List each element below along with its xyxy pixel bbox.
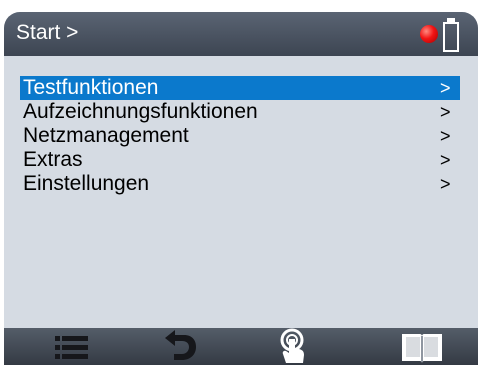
red-dot-icon bbox=[420, 25, 438, 43]
menu-item-label: Einstellungen bbox=[23, 172, 150, 195]
battery-icon bbox=[442, 18, 460, 52]
book-icon[interactable] bbox=[400, 328, 444, 365]
menu-item-aufzeichnungsfunktionen[interactable]: Aufzeichnungsfunktionen > bbox=[20, 100, 460, 124]
bottom-toolbar bbox=[4, 328, 478, 365]
breadcrumb[interactable]: Start > bbox=[16, 21, 78, 45]
chevron-right-icon: > bbox=[440, 150, 451, 170]
menu-item-testfunktionen[interactable]: Testfunktionen > bbox=[20, 76, 460, 100]
menu-item-label: Testfunktionen bbox=[23, 76, 159, 99]
top-bar: Start > bbox=[4, 12, 478, 56]
back-arrow-icon[interactable] bbox=[160, 328, 200, 365]
menu-item-einstellungen[interactable]: Einstellungen > bbox=[20, 172, 460, 196]
chevron-right-icon: > bbox=[440, 174, 451, 194]
menu-item-label: Extras bbox=[23, 148, 83, 171]
device-screen: Start > Testfunktionen > Aufzeichnungsfu… bbox=[4, 12, 478, 365]
list-icon[interactable] bbox=[54, 328, 90, 365]
menu-item-extras[interactable]: Extras > bbox=[20, 148, 460, 172]
battery-body bbox=[443, 22, 459, 52]
touch-icon[interactable] bbox=[274, 328, 310, 365]
menu-item-label: Netzmanagement bbox=[23, 124, 189, 147]
menu-item-netzmanagement[interactable]: Netzmanagement > bbox=[20, 124, 460, 148]
menu-item-label: Aufzeichnungsfunktionen bbox=[23, 100, 258, 123]
main-menu: Testfunktionen > Aufzeichnungsfunktionen… bbox=[4, 76, 478, 196]
chevron-right-icon: > bbox=[440, 78, 451, 98]
chevron-right-icon: > bbox=[440, 126, 451, 146]
chevron-right-icon: > bbox=[440, 102, 451, 122]
